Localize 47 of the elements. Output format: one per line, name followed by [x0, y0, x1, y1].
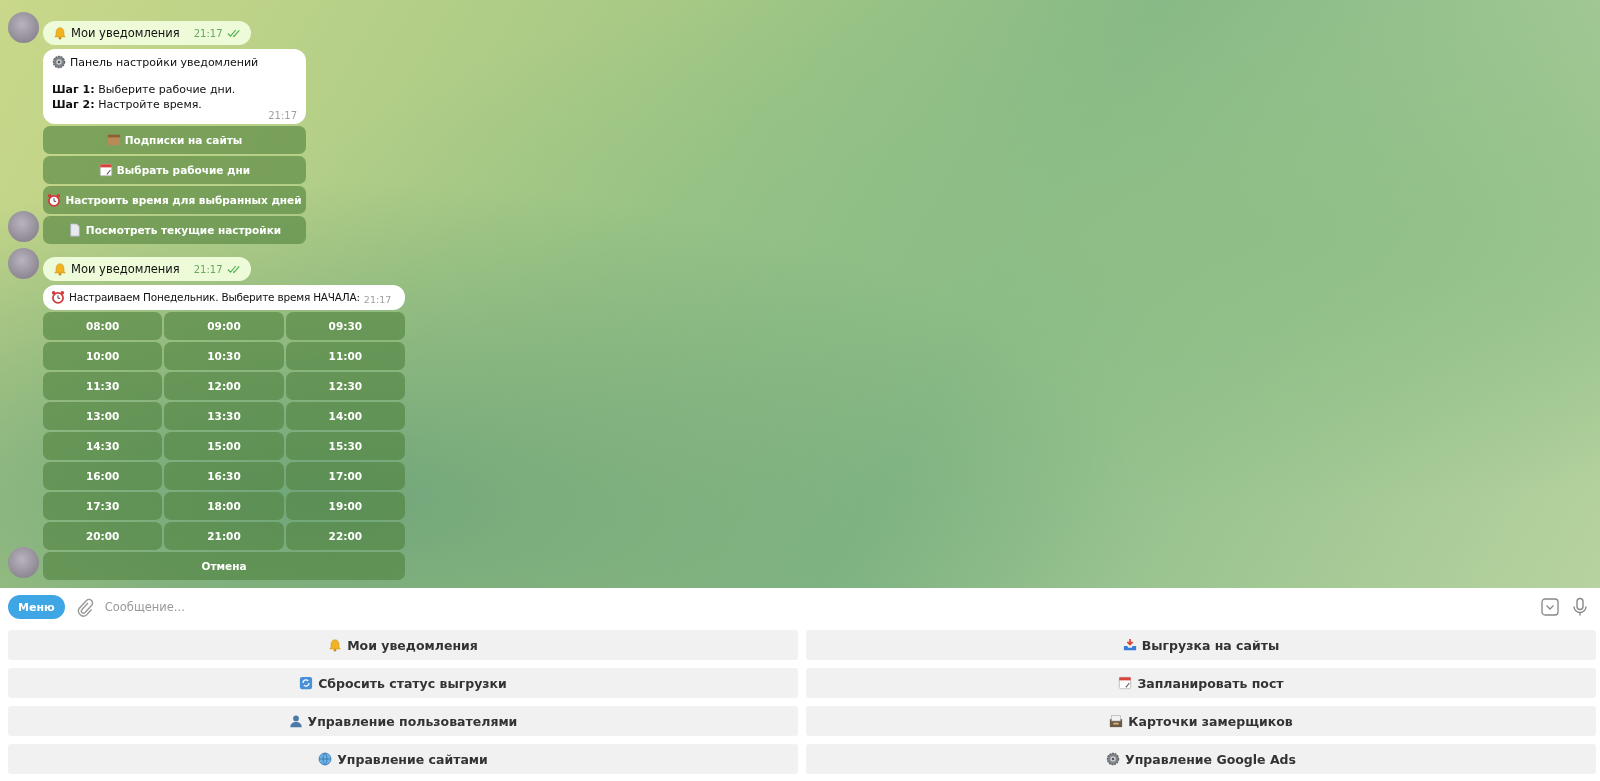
inline-button[interactable]: 09:30 [285, 312, 405, 340]
message-time: 21:17 [363, 294, 392, 305]
inline-button[interactable]: Подписки на сайты [43, 126, 306, 154]
message-time: 21:17 [193, 27, 223, 39]
keyboard-button[interactable]: Выгрузка на сайты [806, 630, 1596, 660]
inline-button[interactable]: 12:00 [164, 372, 284, 400]
inline-button[interactable]: 21:00 [164, 522, 284, 550]
inline-button[interactable]: 16:00 [43, 462, 163, 490]
inline-button[interactable]: 15:00 [164, 432, 284, 460]
inline-button[interactable]: 19:00 [285, 492, 405, 520]
inline-button[interactable]: 14:00 [285, 402, 405, 430]
inline-button[interactable]: 15:30 [285, 432, 405, 460]
message-text: Настраиваем Понедельник. Выберите время НАЧАЛА: [69, 290, 360, 305]
keyboard-button[interactable]: Управление Google Ads [806, 744, 1596, 774]
inline-button[interactable]: 08:00 [43, 312, 163, 340]
inline-button[interactable]: 12:30 [285, 372, 405, 400]
message-text: Панель настройки уведомлений [70, 55, 259, 70]
inline-button[interactable]: 13:30 [164, 402, 284, 430]
keyboard-button[interactable]: Управление пользователями [8, 706, 798, 736]
inline-button[interactable]: 13:00 [43, 402, 163, 430]
inline-button[interactable]: 10:00 [43, 342, 163, 370]
message-time: 21:17 [267, 110, 297, 121]
inline-button[interactable]: 11:30 [43, 372, 163, 400]
message-text: Мои уведомления [71, 262, 180, 276]
menu-button[interactable]: Меню [8, 595, 65, 619]
inline-button[interactable]: 09:00 [164, 312, 284, 340]
inline-button[interactable]: 22:00 [285, 522, 405, 550]
keyboard-button[interactable]: Мои уведомления [8, 630, 798, 660]
inline-button[interactable]: 18:00 [164, 492, 284, 520]
keyboard-button[interactable]: Управление сайтами [8, 744, 798, 774]
inline-button[interactable]: 16:30 [164, 462, 284, 490]
inline-button[interactable]: 17:30 [43, 492, 163, 520]
inline-button[interactable]: 20:00 [43, 522, 163, 550]
inline-button[interactable]: Посмотреть текущие настройки [43, 216, 306, 244]
message-text: Мои уведомления [71, 26, 180, 40]
inline-button[interactable]: Отмена [43, 552, 405, 580]
keyboard-button[interactable]: Карточки замерщиков [806, 706, 1596, 736]
inline-button[interactable]: 10:30 [164, 342, 284, 370]
keyboard-button[interactable]: Запланировать пост [806, 668, 1596, 698]
inline-button[interactable]: 11:00 [285, 342, 405, 370]
inline-button[interactable]: 17:00 [285, 462, 405, 490]
inline-button[interactable]: 14:30 [43, 432, 163, 460]
message-text: Шаг 1: Выберите рабочие дни. Шаг 2: Настройте время. [52, 82, 236, 112]
inline-button[interactable]: Настроить время для выбранных дней [43, 186, 306, 214]
inline-button[interactable]: Выбрать рабочие дни [43, 156, 306, 184]
keyboard-button[interactable]: Сбросить статус выгрузки [8, 668, 798, 698]
message-time: 21:17 [193, 263, 223, 275]
